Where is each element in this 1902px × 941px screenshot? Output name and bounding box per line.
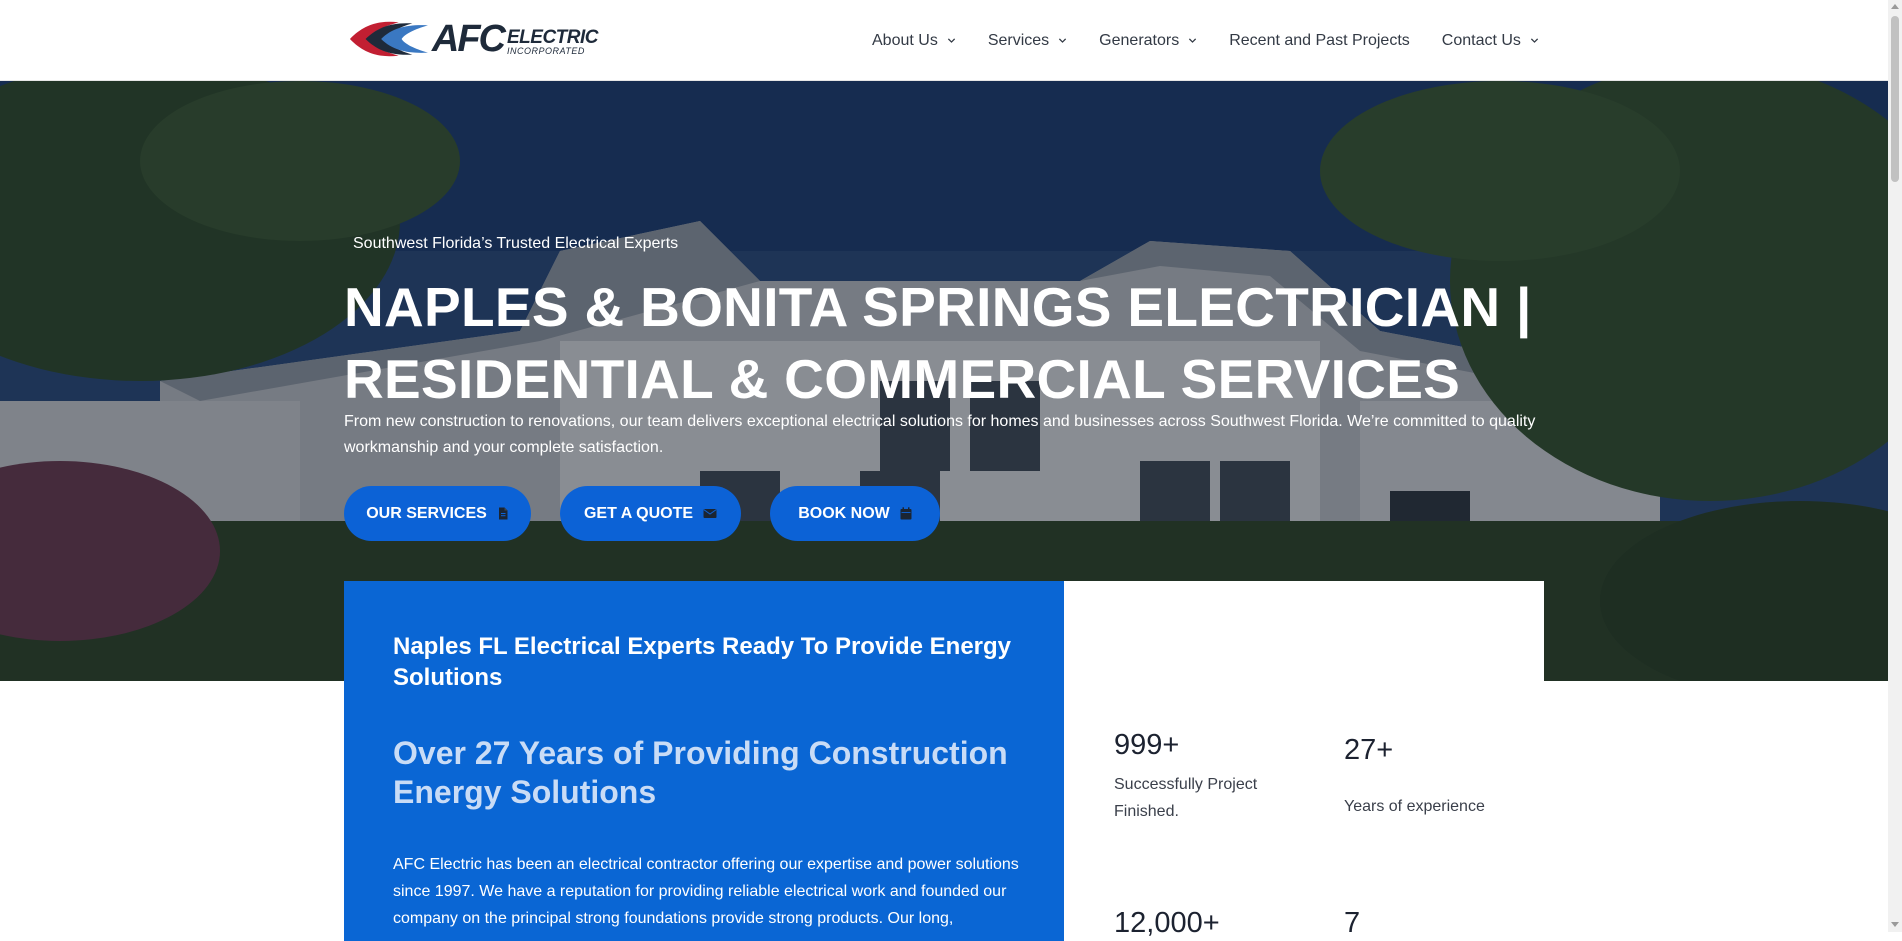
button-label: BOOK NOW: [798, 504, 890, 522]
feature-subheading: Over 27 Years of Providing Construction …: [393, 735, 1008, 810]
hero-title-line-2: RESIDENTIAL & COMMERCIAL SERVICES: [344, 348, 1461, 410]
page-scrollbar[interactable]: [1888, 0, 1902, 932]
our-services-button[interactable]: OUR SERVICES: [344, 486, 531, 541]
chevron-down-icon: [1189, 37, 1197, 43]
logo-brand: AFC: [431, 18, 506, 60]
stat-number-third: 12,000+: [1114, 907, 1220, 939]
hero-tagline: Southwest Florida’s Trusted Electrical E…: [353, 235, 679, 252]
chevron-down-icon: [1530, 37, 1539, 43]
nav-item-services[interactable]: Services: [988, 32, 1067, 50]
document-icon: [498, 507, 508, 520]
feature-body: AFC Electric has been an electrical cont…: [393, 856, 1019, 927]
calendar-icon: [900, 507, 912, 520]
feature-heading: Naples FL Electrical Experts Ready To Pr…: [393, 633, 1012, 691]
main-nav: About Us Services Generators Recent and …: [872, 0, 1539, 81]
chevron-down-icon: [947, 37, 955, 43]
nav-item-about-us[interactable]: About Us: [872, 32, 956, 50]
chevron-down-icon: [1059, 37, 1067, 43]
logo-subtext: ELECTRIC INCORPORATED: [507, 27, 599, 56]
scroll-down-arrow-icon[interactable]: [1891, 922, 1899, 927]
hero-title: NAPLES & BONITA SPRINGS ELECTRICIAN | RE…: [344, 271, 1544, 415]
nav-label: Recent and Past Projects: [1229, 31, 1410, 49]
stats-panel: 999+ Successfully Project Finished. 27+ …: [1064, 581, 1544, 941]
stat-number-fourth: 7: [1344, 907, 1361, 939]
get-a-quote-button[interactable]: GET A QUOTE: [560, 486, 741, 541]
feature-panel: Naples FL Electrical Experts Ready To Pr…: [344, 581, 1064, 941]
nav-label: About Us: [872, 31, 938, 49]
stat-number-years: 27+: [1344, 734, 1394, 766]
stat-number-projects: 999+: [1114, 729, 1180, 761]
nav-item-recent-projects[interactable]: Recent and Past Projects: [1229, 32, 1410, 50]
afc-swoosh-logo-icon: [349, 21, 428, 57]
nav-item-generators[interactable]: Generators: [1099, 32, 1197, 50]
book-now-button[interactable]: BOOK NOW: [770, 486, 940, 541]
nav-label: Contact Us: [1441, 31, 1521, 49]
site-logo[interactable]: AFC ELECTRIC INCORPORATED: [348, 18, 599, 60]
nav-label: Services: [987, 31, 1050, 49]
nav-label: Generators: [1099, 31, 1180, 49]
scroll-up-arrow-icon[interactable]: [1891, 4, 1899, 9]
button-label: OUR SERVICES: [366, 504, 487, 522]
hero-description: From new construction to renovations, ou…: [344, 413, 1536, 456]
hero-buttons: OUR SERVICES GET A QUOTE BOOK NOW: [344, 486, 969, 541]
stat-label-projects: Successfully Project Finished.: [1114, 776, 1258, 820]
logo-incorporated: INCORPORATED: [507, 46, 585, 56]
hero-title-line-1: NAPLES & BONITA SPRINGS ELECTRICIAN |: [344, 276, 1532, 338]
nav-item-contact-us[interactable]: Contact Us: [1442, 32, 1539, 50]
logo-wordmark: AFC ELECTRIC INCORPORATED: [431, 18, 599, 60]
site-header: AFC ELECTRIC INCORPORATED About Us Servi…: [0, 0, 1888, 81]
logo-electric: ELECTRIC: [507, 27, 599, 48]
button-label: GET A QUOTE: [583, 504, 694, 522]
stat-label-years: Years of experience: [1344, 798, 1485, 815]
envelope-icon: [703, 509, 717, 518]
scrollbar-thumb[interactable]: [1891, 16, 1899, 182]
